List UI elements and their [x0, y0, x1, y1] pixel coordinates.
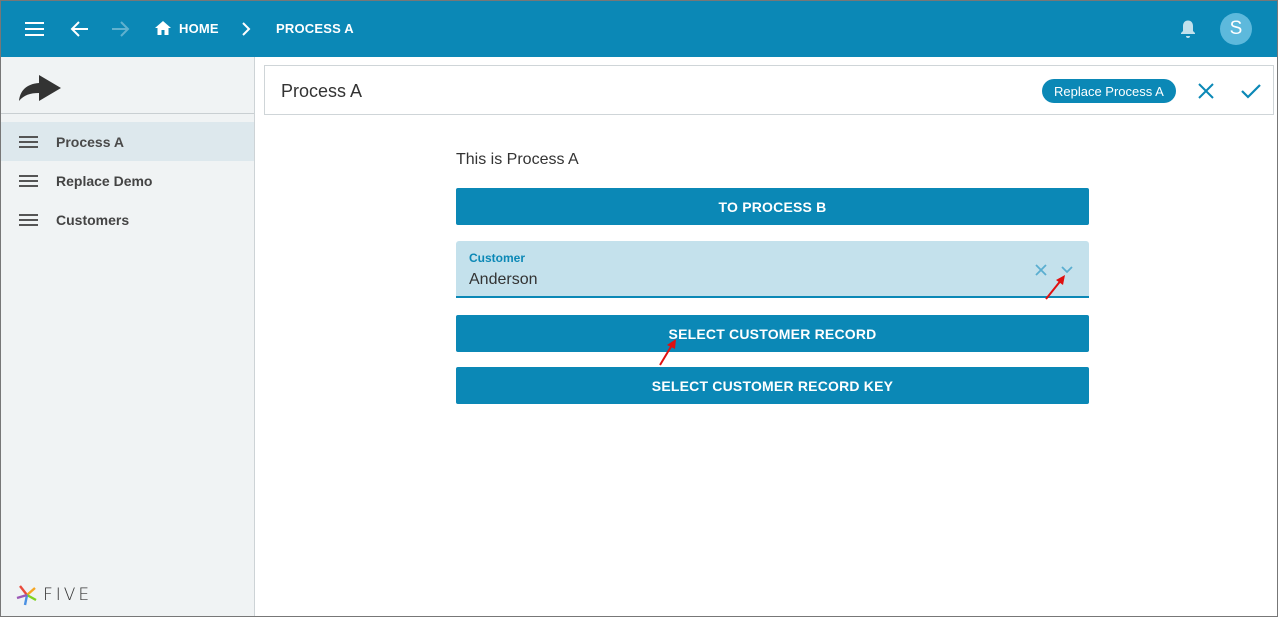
- arrow-right-icon[interactable]: [108, 17, 132, 41]
- chevron-right-icon: [237, 19, 255, 39]
- list-icon: [19, 135, 38, 149]
- breadcrumb-current: PROCESS A: [276, 21, 354, 36]
- sidebar-item-label: Process A: [56, 133, 124, 150]
- home-icon[interactable]: [153, 18, 173, 38]
- close-icon[interactable]: [1195, 80, 1217, 102]
- sidebar-item-label: Replace Demo: [56, 172, 153, 189]
- list-icon: [19, 213, 38, 227]
- arrow-left-icon[interactable]: [68, 17, 92, 41]
- customer-lookup-field[interactable]: Customer Anderson: [456, 241, 1089, 298]
- chevron-down-icon[interactable]: [1059, 263, 1075, 277]
- sidebar-item-process-a[interactable]: Process A: [1, 122, 254, 161]
- to-process-b-button[interactable]: TO PROCESS B: [456, 188, 1089, 225]
- five-logo: FIVE: [15, 581, 107, 609]
- sidebar: Process A Replace Demo Customers FIVE: [1, 57, 255, 616]
- sidebar-item-label: Customers: [56, 211, 130, 228]
- clear-icon[interactable]: [1033, 262, 1049, 278]
- sidebar-item-customers[interactable]: Customers: [1, 200, 254, 239]
- select-customer-record-key-button[interactable]: SELECT CUSTOMER RECORD KEY: [456, 367, 1089, 404]
- list-icon: [19, 174, 38, 188]
- menu-icon[interactable]: [23, 17, 47, 41]
- customer-field-value: Anderson: [469, 271, 538, 288]
- form-header: Process A Replace Process A: [264, 65, 1274, 115]
- intro-text: This is Process A: [456, 151, 579, 168]
- bell-icon[interactable]: [1177, 17, 1199, 41]
- customer-field-label: Customer: [469, 251, 526, 265]
- select-customer-record-button[interactable]: SELECT CUSTOMER RECORD: [456, 315, 1089, 352]
- top-app-bar: HOME PROCESS A S: [1, 1, 1277, 57]
- app-window: HOME PROCESS A S Process A Replace Demo: [0, 0, 1278, 617]
- replace-process-button[interactable]: Replace Process A: [1042, 79, 1176, 103]
- check-icon[interactable]: [1239, 80, 1263, 102]
- user-avatar[interactable]: S: [1220, 13, 1252, 45]
- five-logo-text: FIVE: [43, 585, 93, 605]
- five-logo-mark-icon: [16, 585, 37, 606]
- sidebar-item-replace-demo[interactable]: Replace Demo: [1, 161, 254, 200]
- redo-arrow-icon: [17, 69, 63, 103]
- form-title: Process A: [281, 81, 363, 101]
- sidebar-divider: [1, 113, 254, 114]
- breadcrumb-home[interactable]: HOME: [179, 21, 219, 36]
